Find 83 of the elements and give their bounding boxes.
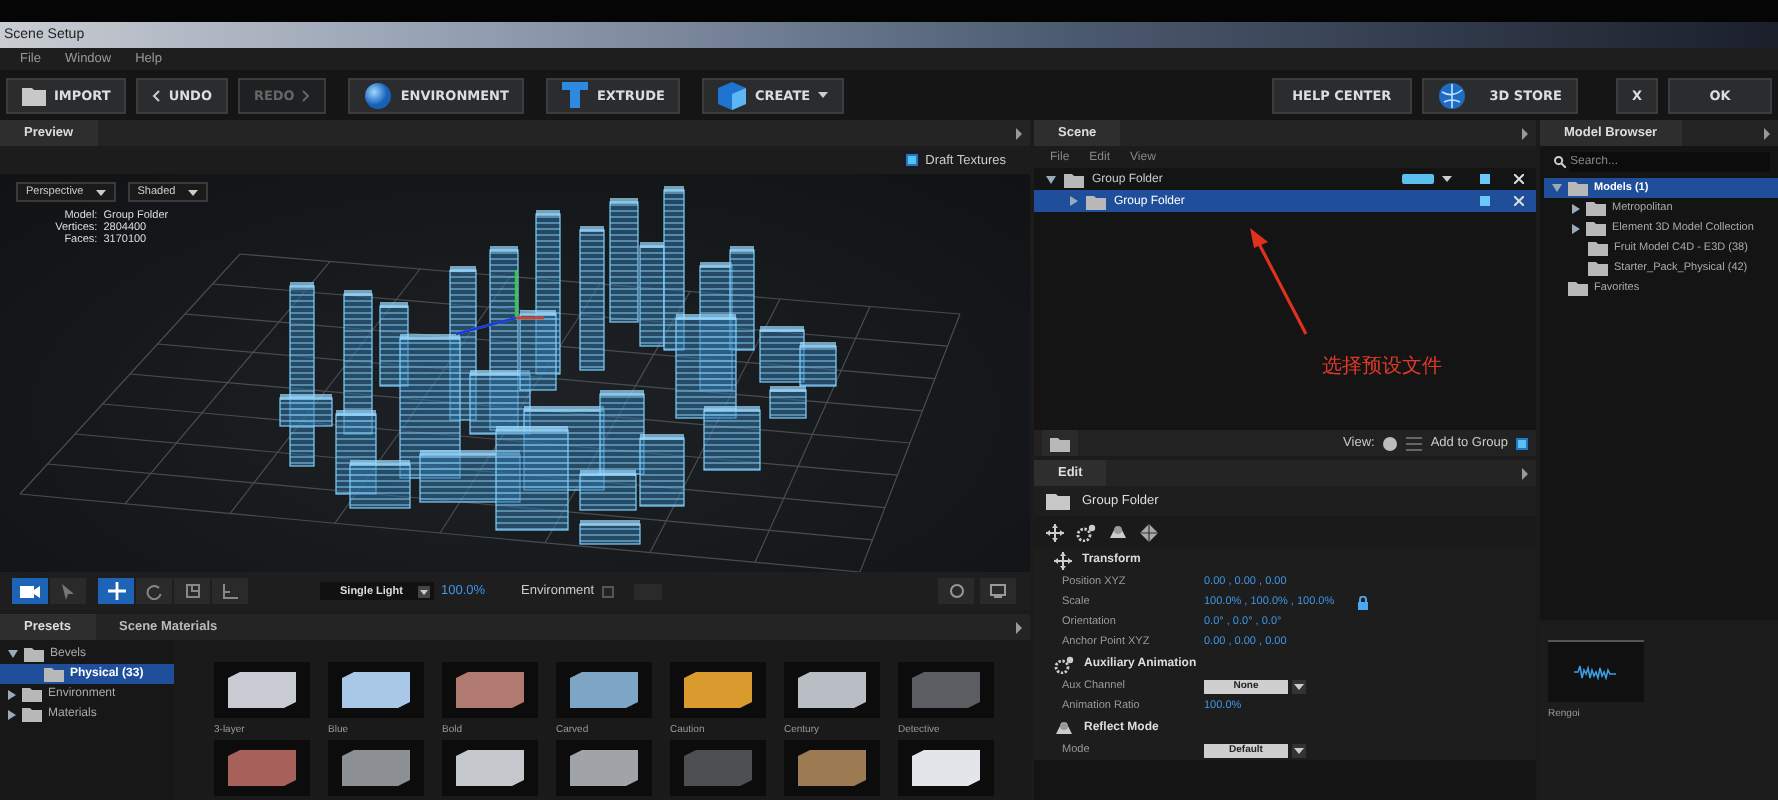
expanded-arrow-icon[interactable] — [1552, 184, 1562, 192]
checkbox[interactable] — [602, 585, 615, 597]
checkbox[interactable] — [1516, 437, 1528, 449]
panel-arrow-icon[interactable] — [1016, 127, 1022, 139]
panel-arrow-icon[interactable] — [1522, 127, 1528, 139]
sphere-view-icon[interactable] — [1382, 435, 1399, 451]
gears-icon — [1054, 655, 1074, 673]
lock-icon[interactable] — [1358, 595, 1369, 609]
display-button[interactable] — [980, 578, 1016, 604]
monitor-icon — [990, 584, 1006, 598]
diamond-icon[interactable] — [1140, 523, 1158, 541]
collapsed-arrow-icon[interactable] — [1572, 223, 1580, 233]
material-thumbnail[interactable] — [442, 740, 538, 796]
caret-icon — [95, 189, 106, 195]
new-folder-button[interactable] — [1042, 430, 1078, 456]
folder-icon — [1050, 435, 1070, 451]
axis-icon — [222, 583, 238, 599]
close-icon[interactable] — [1514, 174, 1524, 184]
material-thumbnail[interactable] — [556, 740, 652, 796]
folder-icon — [22, 85, 46, 105]
caret-icon[interactable] — [1294, 747, 1304, 753]
tool-button[interactable] — [50, 578, 86, 604]
folder-icon — [1046, 492, 1070, 510]
list-view-icon[interactable] — [1406, 435, 1423, 451]
material-thumbnail[interactable] — [328, 740, 424, 796]
annotation-text: 选择预设文件 — [1322, 353, 1442, 380]
caret-icon — [418, 585, 431, 597]
chevron-left-icon — [152, 89, 161, 101]
search-icon — [1554, 156, 1566, 168]
scale-icon — [185, 584, 199, 598]
tool-button[interactable] — [98, 578, 134, 604]
panel-arrow-icon[interactable] — [1522, 467, 1528, 479]
tool-button[interactable] — [212, 578, 248, 604]
tool-button[interactable] — [174, 578, 210, 604]
caret-icon — [818, 92, 829, 98]
caret-icon[interactable] — [1294, 683, 1304, 689]
annotation-arrow — [1246, 228, 1310, 338]
layer-toggle[interactable] — [1402, 174, 1434, 184]
circle-icon — [949, 584, 963, 598]
move-icon — [107, 582, 125, 600]
visibility-toggle[interactable] — [1480, 196, 1490, 206]
expanded-arrow-icon[interactable] — [1046, 175, 1056, 183]
move-icon — [1054, 551, 1072, 569]
collapsed-arrow-icon[interactable] — [1070, 196, 1078, 206]
close-icon[interactable] — [1514, 196, 1524, 206]
material-thumbnail[interactable] — [898, 740, 994, 796]
material-thumbnail[interactable] — [784, 740, 880, 796]
collapsed-arrow-icon[interactable] — [8, 689, 16, 699]
panel-arrow-icon[interactable] — [1016, 621, 1022, 633]
cube-icon — [718, 81, 747, 109]
caret-icon — [1442, 176, 1452, 182]
material-thumbnail[interactable] — [784, 662, 880, 718]
reflect-icon[interactable] — [1108, 523, 1128, 541]
tool-button[interactable] — [136, 578, 172, 604]
material-thumbnail[interactable] — [898, 662, 994, 718]
material-thumbnail[interactable] — [670, 662, 766, 718]
panel-arrow-icon[interactable] — [1764, 127, 1770, 139]
model-thumbnail[interactable] — [1548, 640, 1644, 702]
gears-icon[interactable] — [1076, 523, 1096, 541]
waveform-drawing — [1574, 664, 1618, 680]
block-icon — [562, 82, 589, 108]
globe-icon — [1437, 81, 1466, 109]
material-thumbnail[interactable] — [214, 740, 310, 796]
rotate-icon — [146, 583, 162, 599]
chevron-right-icon — [302, 89, 311, 101]
collapsed-arrow-icon[interactable] — [1572, 203, 1580, 213]
material-thumbnail[interactable] — [442, 662, 538, 718]
caret-icon — [187, 189, 198, 195]
sphere-icon — [364, 81, 393, 109]
material-thumbnail[interactable] — [556, 662, 652, 718]
render-button[interactable] — [938, 578, 974, 604]
collapsed-arrow-icon[interactable] — [8, 709, 16, 719]
material-thumbnail[interactable] — [328, 662, 424, 718]
tool-button[interactable] — [12, 578, 48, 604]
reflect-icon — [1054, 719, 1074, 737]
pointer-icon — [62, 583, 74, 599]
material-thumbnail[interactable] — [214, 662, 310, 718]
move-icon[interactable] — [1046, 523, 1064, 541]
checkbox[interactable] — [905, 154, 918, 166]
visibility-toggle[interactable] — [1480, 174, 1490, 184]
material-thumbnail[interactable] — [670, 740, 766, 796]
camera-icon — [20, 584, 40, 598]
expanded-arrow-icon[interactable] — [8, 650, 18, 658]
